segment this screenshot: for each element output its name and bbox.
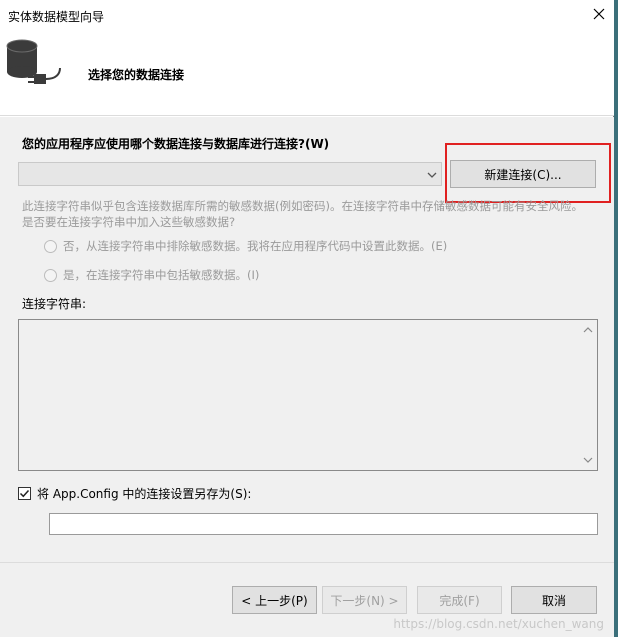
save-config-label: 将 App.Config 中的连接设置另存为(S): — [37, 487, 252, 501]
radio-exclude-label: 否，从连接字符串中排除敏感数据。我将在应用程序代码中设置此数据。(E) — [63, 239, 448, 253]
config-name-input[interactable] — [49, 513, 598, 535]
next-button[interactable]: 下一步(N) > — [322, 586, 407, 614]
wizard-footer: < 上一步(P) 下一步(N) > 完成(F) 取消 https://blog.… — [0, 562, 614, 637]
window-title: 实体数据模型向导 — [8, 10, 105, 24]
wizard-header: 选择您的数据连接 — [0, 30, 614, 116]
title-bar: 实体数据模型向导 — [0, 0, 614, 30]
cancel-button[interactable]: 取消 — [511, 586, 597, 614]
connection-question-label: 您的应用程序应使用哪个数据连接与数据库进行连接?(W) — [22, 137, 330, 151]
close-icon — [593, 8, 605, 23]
radio-exclude-sensitive[interactable]: 否，从连接字符串中排除敏感数据。我将在应用程序代码中设置此数据。(E) — [44, 238, 447, 254]
radio-button[interactable] — [44, 268, 57, 282]
page-title: 选择您的数据连接 — [88, 68, 185, 82]
finish-button[interactable]: 完成(F) — [417, 586, 502, 614]
close-button[interactable] — [584, 0, 614, 30]
background-strip — [614, 0, 618, 637]
database-plug-icon — [2, 36, 64, 101]
save-config-row[interactable]: 将 App.Config 中的连接设置另存为(S): — [18, 485, 251, 502]
scroll-down-icon[interactable] — [582, 454, 594, 466]
save-config-checkbox[interactable] — [18, 487, 31, 500]
wizard-window: 实体数据模型向导 选择您的数据连接 您的应用程序应使用哪个数据连接与数据库进行连… — [0, 0, 614, 637]
watermark-text: https://blog.csdn.net/xuchen_wang — [393, 617, 604, 631]
chevron-down-icon — [427, 169, 437, 183]
scroll-up-icon[interactable] — [582, 324, 594, 336]
back-button[interactable]: < 上一步(P) — [232, 586, 317, 614]
radio-button[interactable] — [44, 239, 57, 253]
radio-include-label: 是，在连接字符串中包括敏感数据。(I) — [63, 268, 260, 282]
wizard-content: 您的应用程序应使用哪个数据连接与数据库进行连接?(W) 新建连接(C)... 此… — [0, 117, 614, 562]
new-connection-button[interactable]: 新建连接(C)... — [450, 160, 596, 188]
sensitive-data-description: 此连接字符串似乎包含连接数据库所需的敏感数据(例如密码)。在连接字符串中存储敏感… — [22, 199, 583, 229]
connection-dropdown[interactable] — [18, 162, 442, 186]
check-icon — [19, 489, 30, 498]
radio-include-sensitive[interactable]: 是，在连接字符串中包括敏感数据。(I) — [44, 267, 259, 283]
connection-string-label: 连接字符串: — [22, 297, 87, 311]
connection-string-textarea[interactable] — [18, 319, 598, 471]
